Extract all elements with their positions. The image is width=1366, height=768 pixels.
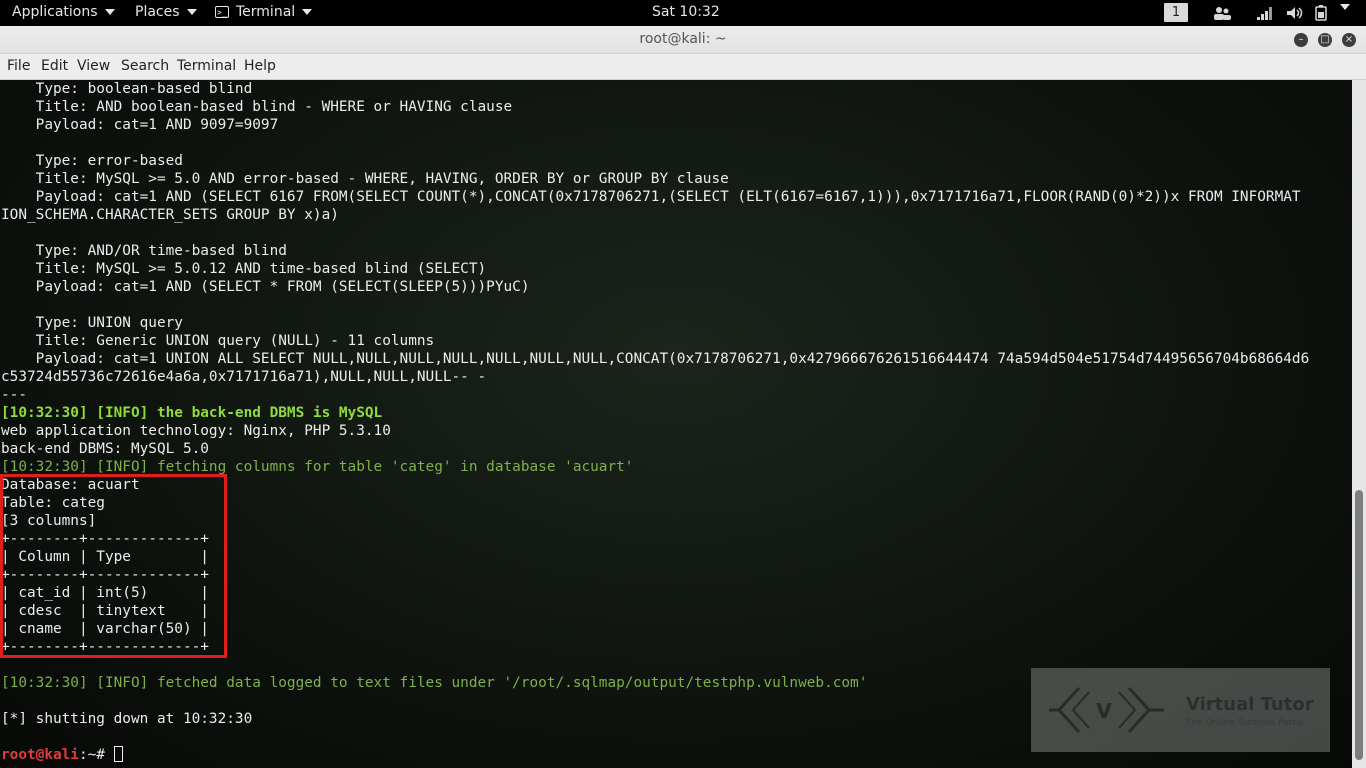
terminal-line: Type: UNION query: [1, 315, 183, 331]
terminal-line: Type: error-based: [1, 153, 183, 169]
terminal-line: Type: boolean-based blind: [1, 81, 253, 97]
prompt-path: :~#: [78, 747, 114, 763]
places-menu[interactable]: Places: [135, 4, 197, 20]
terminal-line: Payload: cat=1 AND 9097=9097: [1, 117, 279, 133]
watermark: V Virtual Tutor The Online Tutorials Por…: [1031, 668, 1330, 752]
chevron-down-icon: [1340, 4, 1350, 10]
terminal-line: Title: MySQL >= 5.0 AND error-based - WH…: [1, 171, 729, 187]
terminal-icon: >_: [215, 6, 229, 18]
system-menu[interactable]: [1333, 4, 1350, 10]
applications-menu[interactable]: Applications: [12, 4, 115, 20]
window-title: root@kali: ~: [639, 31, 727, 47]
terminal-line: Type: AND/OR time-based blind: [1, 243, 287, 259]
highlight-box: [0, 474, 227, 658]
menu-help[interactable]: Help: [244, 58, 276, 74]
terminal-lines: Type: boolean-based blind Title: AND boo…: [1, 80, 1309, 764]
terminal-line: web application technology: Nginx, PHP 5…: [1, 423, 391, 439]
terminal-line: Payload: cat=1 AND (SELECT * FROM (SELEC…: [1, 279, 530, 295]
terminal-line: [10:32:30] [INFO] the back-end DBMS is M…: [1, 405, 383, 421]
menu-view[interactable]: View: [77, 58, 110, 74]
close-icon[interactable]: ×: [1342, 33, 1356, 47]
clock-label: Sat 10:32: [652, 4, 720, 20]
menu-terminal[interactable]: Terminal: [177, 58, 236, 74]
people-icon[interactable]: [1212, 5, 1232, 21]
virtual-tutor-logo-icon: V: [1049, 686, 1164, 734]
applications-label: Applications: [12, 4, 98, 20]
cursor: [113, 746, 123, 762]
terminal-line: Title: AND boolean-based blind - WHERE o…: [1, 99, 513, 115]
maximize-icon[interactable]: □: [1318, 33, 1332, 47]
chevron-down-icon: [186, 9, 197, 15]
terminal-app-menu[interactable]: >_ Terminal: [215, 4, 313, 20]
window-titlebar[interactable]: root@kali: ~ – □ ×: [0, 26, 1366, 54]
chevron-down-icon: [104, 9, 115, 15]
logo-letter: V: [1096, 699, 1112, 723]
menu-edit[interactable]: Edit: [41, 58, 68, 74]
chevron-down-icon: [302, 9, 313, 15]
minimize-icon[interactable]: –: [1294, 33, 1308, 47]
terminal-app-label: Terminal: [236, 4, 296, 20]
volume-icon[interactable]: [1285, 5, 1305, 21]
menu-file[interactable]: File: [7, 58, 30, 74]
workspace-indicator[interactable]: 1: [1164, 3, 1188, 22]
top-panel: Applications Places >_ Terminal Sat 10:3…: [0, 0, 1366, 26]
terminal-scrollbar[interactable]: [1352, 80, 1366, 768]
menu-search[interactable]: Search: [121, 58, 169, 74]
battery-icon[interactable]: [1313, 5, 1331, 21]
menubar: File Edit View Search Terminal Help: [0, 54, 1366, 80]
places-label: Places: [135, 4, 180, 20]
terminal-line: Title: MySQL >= 5.0.12 AND time-based bl…: [1, 261, 487, 277]
terminal-line: Payload: cat=1 UNION ALL SELECT NULL,NUL…: [1, 351, 1310, 367]
terminal-output[interactable]: Type: boolean-based blind Title: AND boo…: [0, 80, 1352, 768]
network-icon[interactable]: [1256, 5, 1274, 21]
watermark-title: Virtual Tutor: [1186, 694, 1314, 715]
terminal-line: Title: Generic UNION query (NULL) - 11 c…: [1, 333, 435, 349]
clock[interactable]: Sat 10:32: [652, 4, 720, 20]
terminal-line: Payload: cat=1 AND (SELECT 6167 FROM(SEL…: [1, 189, 1301, 205]
terminal-line: ION_SCHEMA.CHARACTER_SETS GROUP BY x)a): [1, 207, 339, 223]
terminal-line: c53724d55736c72616e4a6a,0x7171716a71),NU…: [1, 369, 487, 385]
terminal-line: ---: [1, 387, 27, 403]
watermark-subtitle: The Online Tutorials Portal: [1186, 718, 1304, 728]
prompt-user: root@kali: [1, 747, 79, 763]
scrollbar-thumb[interactable]: [1355, 490, 1363, 760]
terminal-line: back-end DBMS: MySQL 5.0: [1, 441, 209, 457]
